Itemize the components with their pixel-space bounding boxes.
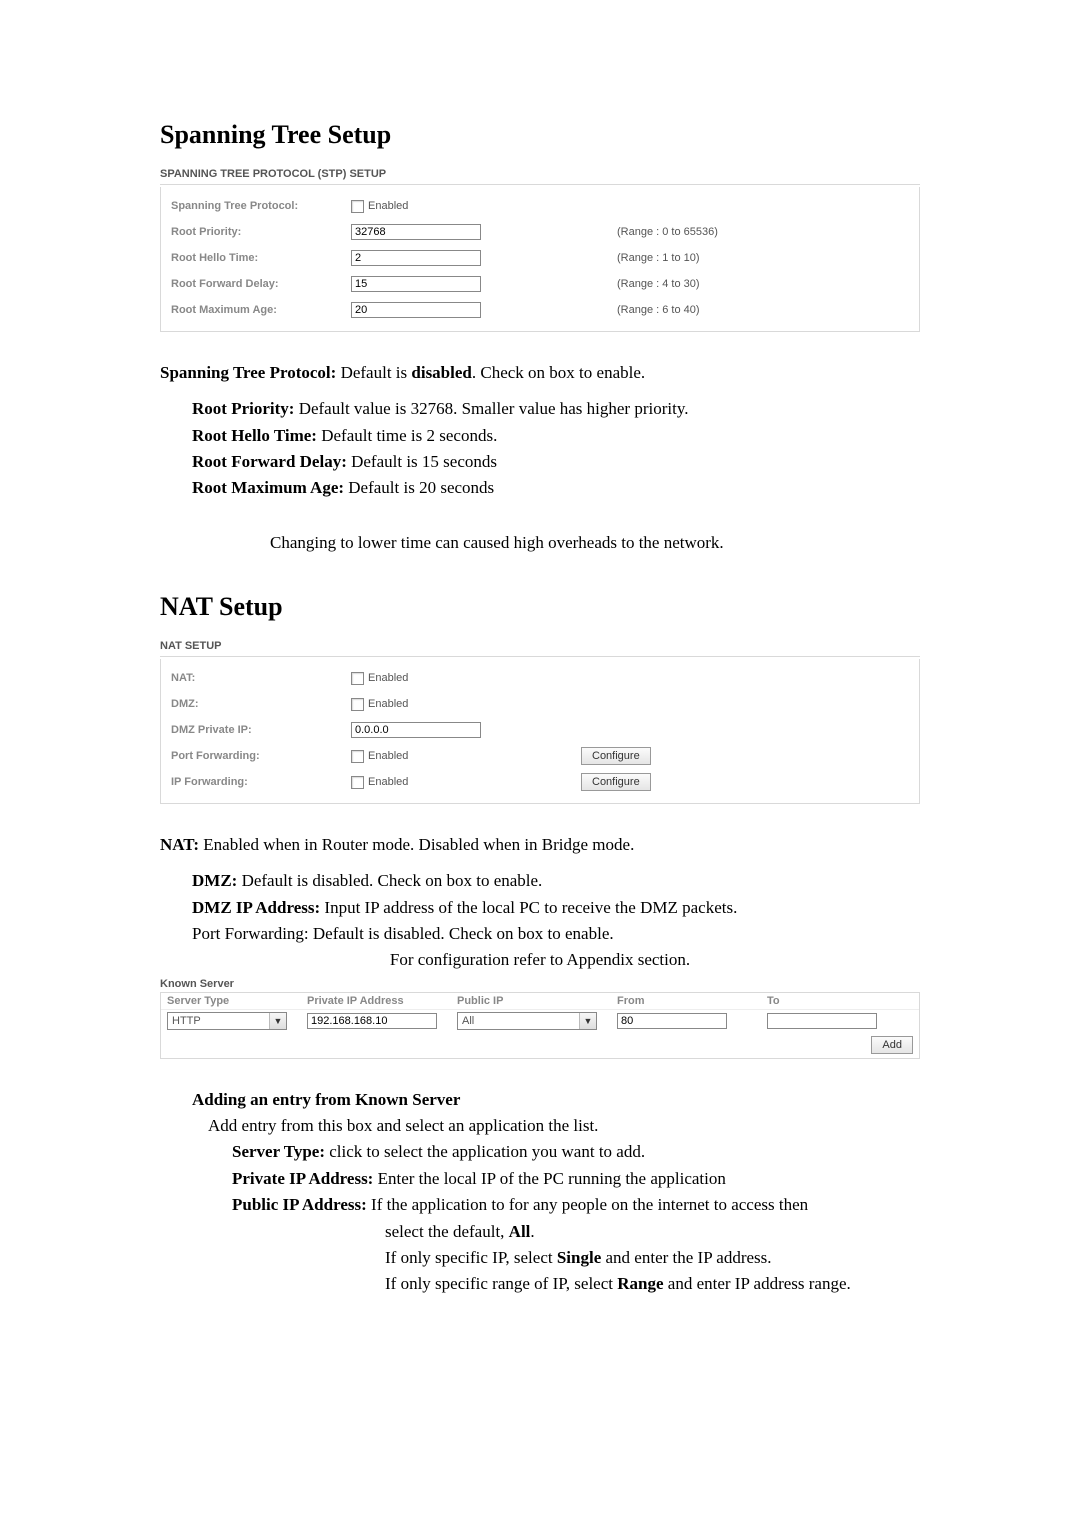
- nat-enabled-text: Enabled: [368, 672, 408, 684]
- ks-to-input[interactable]: [767, 1013, 877, 1029]
- dmz-ip-input[interactable]: [351, 722, 481, 738]
- nat-desc: NAT: Enabled when in Router mode. Disabl…: [160, 832, 920, 858]
- portfwd-enabled-checkbox[interactable]: [351, 750, 364, 763]
- ks-servertype: Server Type: click to select the applica…: [232, 1139, 920, 1165]
- ks-priv-input[interactable]: [307, 1013, 437, 1029]
- ipfwd-configure-button[interactable]: Configure: [581, 773, 651, 791]
- known-server-table: Server Type Private IP Address Public IP…: [160, 992, 920, 1059]
- portfwd-label: Port Forwarding:: [171, 750, 351, 762]
- stp-priority-range: (Range : 0 to 65536): [581, 226, 909, 238]
- ks-header-type: Server Type: [167, 995, 307, 1007]
- ks-header-to: To: [767, 995, 913, 1007]
- ks-header-priv: Private IP Address: [307, 995, 457, 1007]
- appendix-note: For configuration refer to Appendix sect…: [160, 947, 920, 973]
- ks-from-input[interactable]: [617, 1013, 727, 1029]
- stp-panel-heading: SPANNING TREE PROTOCOL (STP) SETUP: [160, 168, 920, 185]
- dmzip-desc: DMZ IP Address: Input IP address of the …: [192, 895, 920, 921]
- stp-maxage-input[interactable]: [351, 302, 481, 318]
- chevron-down-icon: ▼: [579, 1013, 596, 1029]
- ks-add-button[interactable]: Add: [871, 1036, 913, 1054]
- dmz-enabled-checkbox[interactable]: [351, 698, 364, 711]
- ks-pubip-2: select the default, All.: [385, 1219, 920, 1245]
- stp-priority-label: Root Priority:: [171, 226, 351, 238]
- ks-pubip-4: If only specific range of IP, select Ran…: [385, 1271, 920, 1297]
- chevron-down-icon: ▼: [269, 1013, 286, 1029]
- ipfwd-label: IP Forwarding:: [171, 776, 351, 788]
- ks-line1: Add entry from this box and select an ap…: [208, 1113, 920, 1139]
- stp-priority-input[interactable]: [351, 224, 481, 240]
- stp-desc-hello: Root Hello Time: Default time is 2 secon…: [192, 423, 920, 449]
- dmz-label: DMZ:: [171, 698, 351, 710]
- stp-enabled-checkbox[interactable]: [351, 200, 364, 213]
- nat-panel: NAT: Enabled DMZ: Enabled DMZ Private IP…: [160, 659, 920, 804]
- stp-maxage-range: (Range : 6 to 40): [581, 304, 909, 316]
- ks-pub-select[interactable]: All ▼: [457, 1012, 597, 1030]
- stp-note: Changing to lower time can caused high o…: [160, 530, 920, 556]
- stp-hello-input[interactable]: [351, 250, 481, 266]
- stp-desc-maxage: Root Maximum Age: Default is 20 seconds: [192, 475, 920, 501]
- stp-forward-input[interactable]: [351, 276, 481, 292]
- ks-type-select[interactable]: HTTP ▼: [167, 1012, 287, 1030]
- ipfwd-enabled-checkbox[interactable]: [351, 776, 364, 789]
- stp-desc-forward: Root Forward Delay: Default is 15 second…: [192, 449, 920, 475]
- stp-panel: Spanning Tree Protocol: Enabled Root Pri…: [160, 187, 920, 332]
- stp-protocol-label: Spanning Tree Protocol:: [171, 200, 351, 212]
- stp-maxage-label: Root Maximum Age:: [171, 304, 351, 316]
- portfwd-configure-button[interactable]: Configure: [581, 747, 651, 765]
- stp-desc-priority: Root Priority: Default value is 32768. S…: [192, 396, 920, 422]
- portfwd-enabled-text: Enabled: [368, 750, 408, 762]
- stp-enabled-text: Enabled: [368, 200, 408, 212]
- stp-hello-range: (Range : 1 to 10): [581, 252, 909, 264]
- ipfwd-enabled-text: Enabled: [368, 776, 408, 788]
- ks-heading-text: Adding an entry from Known Server: [192, 1087, 920, 1113]
- nat-label: NAT:: [171, 672, 351, 684]
- stp-forward-range: (Range : 4 to 30): [581, 278, 909, 290]
- known-server-heading: Known Server: [160, 978, 920, 990]
- ks-pubip-3: If only specific IP, select Single and e…: [385, 1245, 920, 1271]
- ks-header-from: From: [617, 995, 767, 1007]
- dmz-enabled-text: Enabled: [368, 698, 408, 710]
- pf-desc: Port Forwarding: Default is disabled. Ch…: [192, 921, 920, 947]
- heading-spanning-tree: Spanning Tree Setup: [160, 120, 920, 150]
- ks-header-pub: Public IP: [457, 995, 617, 1007]
- stp-hello-label: Root Hello Time:: [171, 252, 351, 264]
- nat-panel-heading: NAT SETUP: [160, 640, 920, 657]
- dmz-ip-label: DMZ Private IP:: [171, 724, 351, 736]
- dmz-desc: DMZ: Default is disabled. Check on box t…: [192, 868, 920, 894]
- heading-nat: NAT Setup: [160, 592, 920, 622]
- stp-desc-protocol: Spanning Tree Protocol: Default is disab…: [160, 360, 920, 386]
- ks-pubip-1: Public IP Address: If the application to…: [232, 1192, 920, 1218]
- ks-privip: Private IP Address: Enter the local IP o…: [232, 1166, 920, 1192]
- stp-forward-label: Root Forward Delay:: [171, 278, 351, 290]
- nat-enabled-checkbox[interactable]: [351, 672, 364, 685]
